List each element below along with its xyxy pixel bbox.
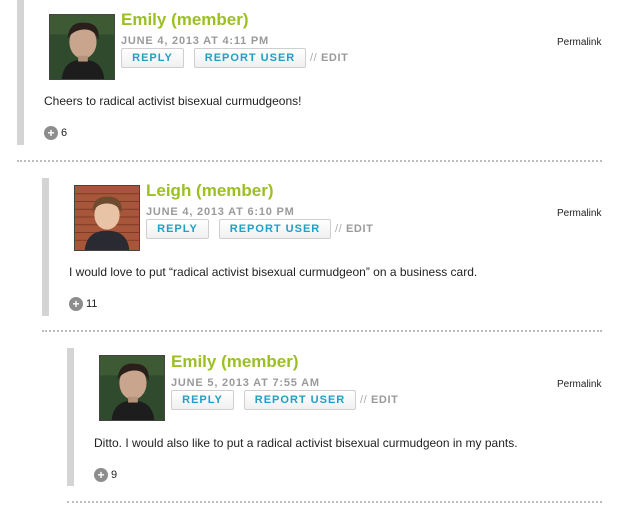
plus-icon[interactable]: + bbox=[94, 468, 108, 482]
comment-date: JUNE 5, 2013 AT 7:55 AM bbox=[171, 377, 320, 389]
report-user-button[interactable]: REPORT USER bbox=[244, 390, 356, 410]
reply-button[interactable]: REPLY bbox=[171, 390, 234, 410]
avatar[interactable] bbox=[99, 355, 165, 421]
edit-label[interactable]: EDIT bbox=[371, 394, 398, 406]
author-name[interactable]: Emily (member) bbox=[171, 352, 299, 372]
permalink[interactable]: Permalink bbox=[557, 379, 601, 390]
emily-photo-icon bbox=[100, 356, 164, 420]
vote-widget: + 9 bbox=[94, 468, 117, 482]
thread-bar bbox=[67, 348, 74, 486]
edit-link[interactable]: // EDIT bbox=[360, 394, 398, 406]
comment-3: Emily (member) JUNE 5, 2013 AT 7:55 AM R… bbox=[0, 0, 618, 514]
comment-divider bbox=[67, 501, 602, 503]
vote-count: 9 bbox=[111, 469, 118, 481]
comment-text: Ditto. I would also like to put a radica… bbox=[94, 436, 518, 450]
edit-separator: // bbox=[360, 394, 368, 406]
